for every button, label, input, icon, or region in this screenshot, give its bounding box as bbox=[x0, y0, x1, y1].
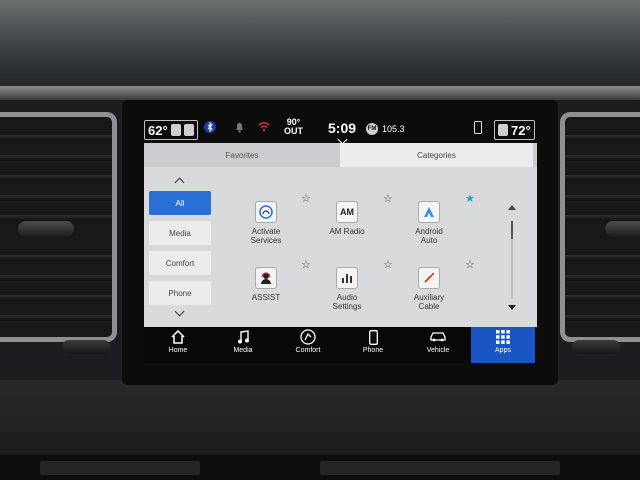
app-android-auto[interactable]: Android Auto bbox=[394, 201, 464, 245]
driver-temp: 62° bbox=[148, 122, 168, 138]
app-am-radio[interactable]: AM AM Radio bbox=[312, 201, 382, 236]
left-vent-button[interactable] bbox=[62, 340, 110, 354]
favorite-star-icon[interactable]: ☆ bbox=[301, 260, 311, 271]
nav-label: Apps bbox=[495, 347, 511, 354]
category-phone[interactable]: Phone bbox=[149, 281, 211, 305]
dashboard-top bbox=[0, 0, 640, 92]
driver-climate-button[interactable]: 62° bbox=[144, 120, 198, 140]
scroll-up-arrow-icon[interactable] bbox=[508, 205, 516, 210]
right-vent-knob[interactable] bbox=[605, 221, 640, 237]
nav-label: Vehicle bbox=[426, 347, 450, 354]
tab-categories[interactable]: Categories bbox=[340, 143, 533, 167]
lower-console-slot bbox=[40, 461, 200, 475]
app-label: ASSIST bbox=[251, 293, 281, 302]
phone-icon bbox=[341, 327, 405, 347]
right-vent-button[interactable] bbox=[572, 340, 620, 354]
tab-favorites[interactable]: Favorites bbox=[144, 143, 340, 167]
comfort-icon bbox=[276, 327, 340, 347]
app-label: AM Radio bbox=[329, 227, 365, 236]
scroll-down-arrow-icon[interactable] bbox=[508, 305, 516, 310]
nav-apps[interactable]: Apps bbox=[471, 327, 535, 363]
nav-media[interactable]: Media bbox=[211, 327, 275, 363]
outside-temperature: 90° OUT bbox=[284, 118, 303, 136]
audio-settings-icon bbox=[336, 267, 358, 289]
nav-label: Comfort bbox=[295, 347, 321, 354]
nav-label: Phone bbox=[362, 347, 384, 354]
nav-vehicle[interactable]: Vehicle bbox=[406, 327, 470, 363]
app-auxiliary-cable[interactable]: Auxiliary Cable bbox=[394, 267, 464, 311]
left-air-vent[interactable] bbox=[0, 112, 117, 342]
right-air-vent[interactable] bbox=[560, 112, 640, 342]
apps-screen: Favorites Categories All Media Comfort P… bbox=[144, 143, 537, 327]
favorite-star-icon[interactable]: ☆ bbox=[383, 260, 393, 271]
category-all[interactable]: All bbox=[149, 191, 211, 215]
am-radio-icon: AM bbox=[336, 201, 358, 223]
apps-grid-icon bbox=[471, 327, 535, 347]
passenger-seat-heat-icon bbox=[498, 124, 508, 136]
wifi-icon bbox=[258, 121, 270, 135]
dashboard-trim bbox=[0, 86, 640, 100]
category-media[interactable]: Media bbox=[149, 221, 211, 245]
nav-label: Home bbox=[168, 347, 188, 354]
favorite-star-icon[interactable]: ☆ bbox=[301, 194, 311, 205]
status-bar: 62° 90° OUT 5:09 FM 105.3 72° bbox=[140, 116, 540, 145]
left-vent-knob[interactable] bbox=[18, 221, 74, 237]
notification-bell-icon[interactable] bbox=[234, 121, 245, 136]
tab-bar: Favorites Categories bbox=[144, 143, 537, 167]
fm-radio-icon: FM bbox=[366, 123, 378, 135]
seat-heat-icon bbox=[170, 124, 181, 136]
auxiliary-cable-icon bbox=[418, 267, 440, 289]
category-scroll-up-icon[interactable] bbox=[174, 177, 185, 188]
app-audio-settings[interactable]: Audio Settings bbox=[312, 267, 382, 311]
assist-icon bbox=[255, 267, 277, 289]
nav-label: Media bbox=[233, 347, 253, 354]
category-scroll-down-icon[interactable] bbox=[174, 306, 185, 317]
favorite-star-icon[interactable]: ☆ bbox=[465, 260, 475, 271]
favorite-star-filled-icon[interactable]: ★ bbox=[465, 194, 475, 205]
android-auto-icon bbox=[418, 201, 440, 223]
scrollbar-thumb[interactable] bbox=[511, 221, 513, 239]
nav-phone[interactable]: Phone bbox=[341, 327, 405, 363]
outside-temp-label: OUT bbox=[284, 126, 303, 136]
app-assist[interactable]: ASSIST bbox=[231, 267, 301, 302]
app-label: Audio Settings bbox=[332, 293, 362, 311]
nav-comfort[interactable]: Comfort bbox=[276, 327, 340, 363]
bluetooth-icon bbox=[204, 121, 216, 136]
passenger-climate-button[interactable]: 72° bbox=[494, 120, 535, 140]
app-label: Auxiliary Cable bbox=[413, 293, 445, 311]
music-note-icon bbox=[211, 327, 275, 347]
app-label: Activate Services bbox=[250, 227, 282, 245]
lower-console-buttons bbox=[320, 461, 560, 475]
home-icon bbox=[146, 327, 210, 347]
steering-heat-icon bbox=[183, 124, 194, 136]
scrollbar[interactable] bbox=[511, 221, 513, 299]
radio-station: 105.3 bbox=[382, 124, 405, 134]
now-playing-radio[interactable]: FM 105.3 bbox=[366, 123, 405, 135]
app-activate-services[interactable]: Activate Services bbox=[231, 201, 301, 245]
favorite-star-icon[interactable]: ☆ bbox=[383, 194, 393, 205]
nav-home[interactable]: Home bbox=[146, 327, 210, 363]
phone-status-icon bbox=[474, 121, 482, 137]
category-comfort[interactable]: Comfort bbox=[149, 251, 211, 275]
app-label: Android Auto bbox=[415, 227, 443, 245]
bottom-nav: Home Media Comfort Phone Vehicle Apps bbox=[144, 327, 537, 363]
activate-services-icon bbox=[255, 201, 277, 223]
passenger-temp: 72° bbox=[511, 122, 531, 138]
vehicle-icon bbox=[406, 327, 470, 347]
